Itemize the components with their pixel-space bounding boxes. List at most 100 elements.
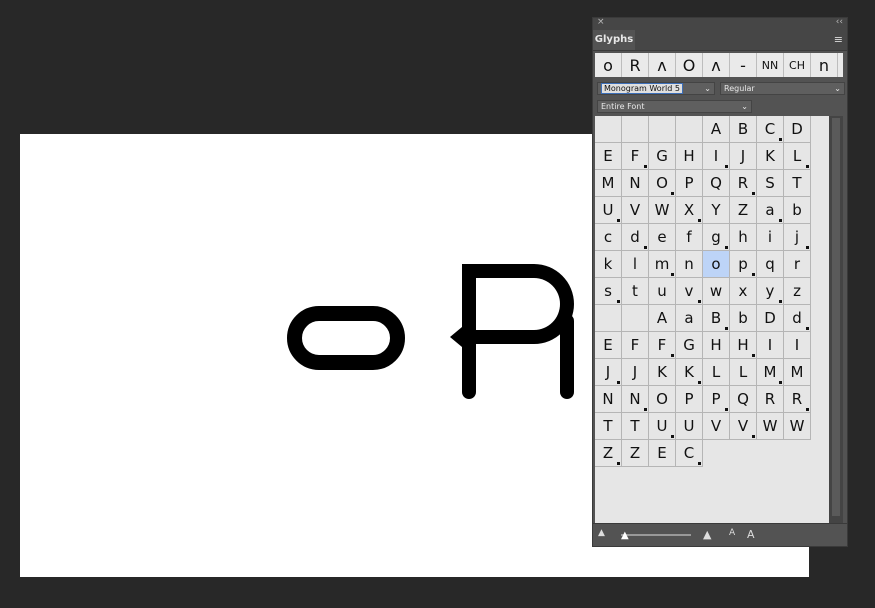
glyph-cell[interactable]: a: [757, 197, 784, 224]
glyph-cell[interactable]: E: [595, 143, 622, 170]
glyph-cell[interactable]: D: [784, 116, 811, 143]
recent-glyph[interactable]: o: [595, 53, 622, 77]
glyph-cell[interactable]: N: [622, 170, 649, 197]
glyph-cell[interactable]: h: [730, 224, 757, 251]
glyph-cell[interactable]: V: [703, 413, 730, 440]
glyph-cell[interactable]: F: [622, 143, 649, 170]
recent-glyph[interactable]: n: [811, 53, 838, 77]
glyph-cell[interactable]: Z: [730, 197, 757, 224]
recent-glyph[interactable]: CH: [784, 53, 811, 77]
recent-glyph[interactable]: -: [730, 53, 757, 77]
glyph-cell[interactable]: G: [649, 143, 676, 170]
glyph-cell[interactable]: J: [622, 359, 649, 386]
glyph-cell[interactable]: N: [595, 386, 622, 413]
glyph-cell[interactable]: R: [757, 386, 784, 413]
glyph-cell[interactable]: [622, 305, 649, 332]
glyph-cell[interactable]: P: [703, 386, 730, 413]
glyph-cell[interactable]: p: [730, 251, 757, 278]
glyph-cell[interactable]: T: [784, 170, 811, 197]
font-style-select[interactable]: Regular ⌄: [720, 82, 845, 95]
glyph-cell[interactable]: c: [595, 224, 622, 251]
recent-glyph[interactable]: O: [676, 53, 703, 77]
scrollbar-thumb[interactable]: [832, 118, 840, 516]
collapse-icon[interactable]: ‹‹: [836, 17, 843, 27]
glyph-cell[interactable]: F: [649, 332, 676, 359]
glyph-cell[interactable]: Q: [730, 386, 757, 413]
glyph-cell[interactable]: M: [595, 170, 622, 197]
glyph-cell[interactable]: J: [595, 359, 622, 386]
glyph-cell[interactable]: [649, 116, 676, 143]
glyph-cell[interactable]: F: [622, 332, 649, 359]
glyph-cell[interactable]: z: [784, 278, 811, 305]
glyph-cell[interactable]: T: [622, 413, 649, 440]
glyph-cell[interactable]: W: [649, 197, 676, 224]
glyph-cell[interactable]: H: [676, 143, 703, 170]
glyph-cell[interactable]: W: [784, 413, 811, 440]
glyph-cell[interactable]: j: [784, 224, 811, 251]
glyph-cell[interactable]: R: [730, 170, 757, 197]
glyph-cell[interactable]: M: [757, 359, 784, 386]
glyph-cell[interactable]: [595, 116, 622, 143]
glyph-cell[interactable]: V: [730, 413, 757, 440]
zoom-slider[interactable]: [621, 534, 691, 536]
glyph-grid-scrollbar[interactable]: [829, 116, 843, 523]
glyph-cell[interactable]: [595, 305, 622, 332]
glyph-cell[interactable]: L: [784, 143, 811, 170]
glyph-cell[interactable]: A: [703, 116, 730, 143]
glyph-cell[interactable]: L: [703, 359, 730, 386]
glyph-cell[interactable]: Z: [622, 440, 649, 467]
glyph-cell[interactable]: b: [784, 197, 811, 224]
glyph-cell[interactable]: g: [703, 224, 730, 251]
glyph-cell[interactable]: S: [757, 170, 784, 197]
recent-glyph[interactable]: ᴧ: [649, 53, 676, 77]
glyph-cell[interactable]: U: [676, 413, 703, 440]
glyph-cell[interactable]: K: [649, 359, 676, 386]
glyph-cell[interactable]: D: [757, 305, 784, 332]
recent-glyph[interactable]: R: [622, 53, 649, 77]
glyph-cell[interactable]: K: [757, 143, 784, 170]
glyph-cell[interactable]: B: [703, 305, 730, 332]
glyph-cell[interactable]: v: [676, 278, 703, 305]
tab-glyphs[interactable]: Glyphs: [593, 30, 635, 50]
glyph-set-select[interactable]: Entire Font ⌄: [597, 100, 752, 113]
zoom-out-text-icon[interactable]: A: [729, 528, 735, 538]
glyph-cell[interactable]: U: [649, 413, 676, 440]
glyph-cell[interactable]: P: [676, 170, 703, 197]
glyph-cell[interactable]: s: [595, 278, 622, 305]
glyph-cell[interactable]: k: [595, 251, 622, 278]
glyph-cell[interactable]: X: [676, 197, 703, 224]
glyph-cell[interactable]: C: [757, 116, 784, 143]
glyph-cell[interactable]: K: [676, 359, 703, 386]
glyph-cell[interactable]: r: [784, 251, 811, 278]
glyph-cell[interactable]: W: [757, 413, 784, 440]
glyph-cell[interactable]: I: [757, 332, 784, 359]
glyph-cell[interactable]: w: [703, 278, 730, 305]
glyph-cell[interactable]: B: [730, 116, 757, 143]
glyph-cell[interactable]: x: [730, 278, 757, 305]
small-mountain-icon[interactable]: ▲: [598, 528, 605, 538]
close-icon[interactable]: ×: [597, 17, 605, 27]
zoom-slider-thumb[interactable]: ▲: [621, 530, 629, 541]
glyph-cell[interactable]: I: [784, 332, 811, 359]
glyph-cell[interactable]: V: [622, 197, 649, 224]
glyph-cell[interactable]: l: [622, 251, 649, 278]
glyph-cell[interactable]: E: [595, 332, 622, 359]
glyph-cell[interactable]: O: [649, 170, 676, 197]
glyph-cell[interactable]: i: [757, 224, 784, 251]
glyph-cell[interactable]: R: [784, 386, 811, 413]
glyph-cell[interactable]: U: [595, 197, 622, 224]
glyph-cell[interactable]: L: [730, 359, 757, 386]
glyph-cell[interactable]: [676, 116, 703, 143]
glyph-cell[interactable]: O: [649, 386, 676, 413]
glyph-cell[interactable]: m: [649, 251, 676, 278]
glyph-cell[interactable]: u: [649, 278, 676, 305]
glyph-cell[interactable]: b: [730, 305, 757, 332]
glyph-cell[interactable]: N: [622, 386, 649, 413]
glyph-cell[interactable]: I: [703, 143, 730, 170]
font-family-select[interactable]: Monogram World 5 ⌄: [597, 82, 715, 95]
glyph-cell[interactable]: C: [676, 440, 703, 467]
glyph-cell[interactable]: e: [649, 224, 676, 251]
glyph-cell[interactable]: H: [730, 332, 757, 359]
glyph-cell[interactable]: P: [676, 386, 703, 413]
glyph-cell[interactable]: d: [784, 305, 811, 332]
